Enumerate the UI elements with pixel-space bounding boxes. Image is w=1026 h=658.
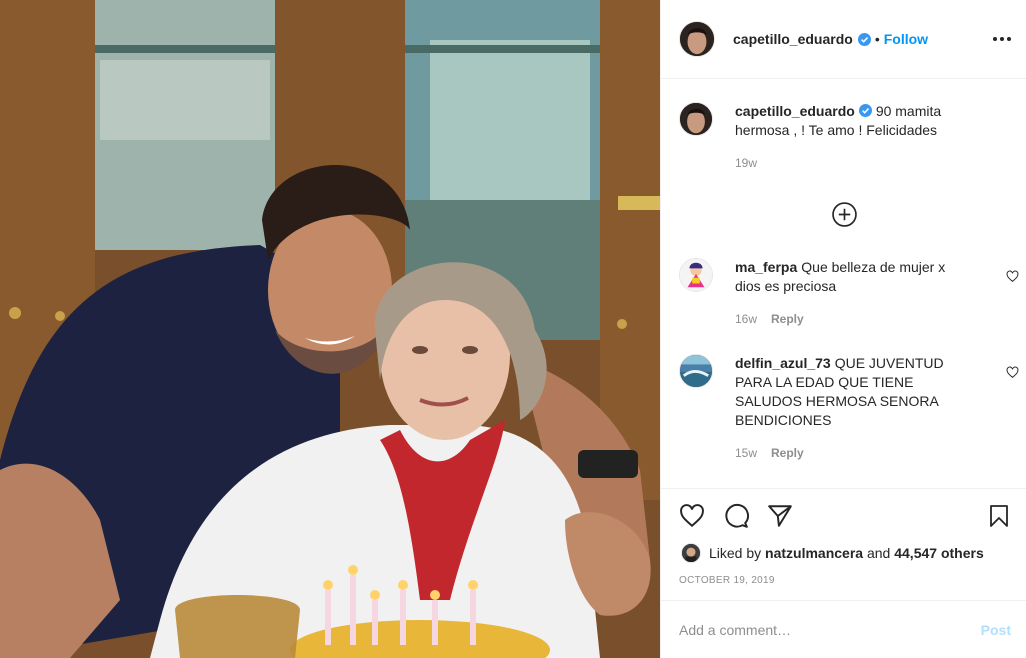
- post-panel: capetillo_eduardo • Follow capetillo_edu…: [660, 0, 1026, 658]
- liked-by-user[interactable]: natzulmancera: [765, 545, 863, 561]
- post-header: capetillo_eduardo • Follow: [661, 0, 1026, 79]
- comment-input[interactable]: [679, 621, 959, 638]
- caption-username[interactable]: capetillo_eduardo: [735, 103, 855, 119]
- reply-button[interactable]: Reply: [771, 446, 804, 460]
- action-bar: Liked by natzulmancera and 44,547 others…: [661, 488, 1026, 600]
- comment-time[interactable]: 15w: [735, 446, 757, 460]
- comment-username[interactable]: ma_ferpa: [735, 259, 797, 275]
- comment-item: delfin_azul_73 QUE JUVENTUD PARA LA EDAD …: [679, 354, 1019, 463]
- liked-by-prefix: Liked by: [709, 545, 762, 561]
- heart-icon[interactable]: [1006, 270, 1019, 283]
- caption-body: capetillo_eduardo 90 mamita hermosa , ! T…: [735, 102, 971, 173]
- bookmark-icon[interactable]: [987, 503, 1011, 529]
- post-button[interactable]: Post: [981, 622, 1011, 638]
- post-photo[interactable]: [0, 0, 660, 658]
- comment-meta: 16w Reply: [735, 310, 971, 329]
- comment-body: delfin_azul_73 QUE JUVENTUD PARA LA EDAD …: [735, 354, 971, 463]
- comments-list[interactable]: capetillo_eduardo 90 mamita hermosa , ! T…: [661, 80, 1026, 488]
- reply-button[interactable]: Reply: [771, 312, 804, 326]
- likes-count[interactable]: 44,547 others: [894, 545, 984, 561]
- caption-time[interactable]: 19w: [735, 156, 757, 170]
- likes-summary: Liked by natzulmancera and 44,547 others: [681, 543, 984, 563]
- author-username[interactable]: capetillo_eduardo: [733, 31, 853, 47]
- verified-badge-icon: [857, 32, 871, 46]
- more-options-icon[interactable]: [993, 30, 1011, 48]
- commenter-avatar[interactable]: [679, 354, 713, 388]
- comment-body: ma_ferpa Que belleza de mujer x dios es p…: [735, 258, 971, 329]
- heart-icon[interactable]: [1006, 366, 1019, 379]
- paper-plane-icon[interactable]: [767, 503, 793, 529]
- caption: capetillo_eduardo 90 mamita hermosa , ! T…: [679, 102, 1019, 173]
- photo-illustration: [0, 0, 660, 658]
- comment-item: ma_ferpa Que belleza de mujer x dios es p…: [679, 258, 1019, 329]
- separator-dot: •: [874, 31, 880, 47]
- post-date[interactable]: OCTOBER 19, 2019: [679, 575, 775, 586]
- comment-username[interactable]: delfin_azul_73: [735, 355, 831, 371]
- author-avatar[interactable]: [679, 102, 713, 136]
- heart-icon[interactable]: [679, 503, 705, 529]
- plus-circle-icon[interactable]: [832, 202, 857, 227]
- comment-time[interactable]: 16w: [735, 312, 757, 326]
- comment-meta: 15w Reply: [735, 444, 971, 463]
- commenter-avatar[interactable]: [679, 258, 713, 292]
- verified-badge-icon: [858, 104, 872, 117]
- caption-meta: 19w: [735, 154, 971, 173]
- add-comment-bar: Post: [661, 600, 1026, 658]
- author-avatar[interactable]: [679, 21, 715, 57]
- follow-button[interactable]: Follow: [884, 31, 928, 47]
- comment-bubble-icon[interactable]: [723, 503, 749, 529]
- liked-by-middle: and: [866, 545, 891, 561]
- liker-avatar[interactable]: [681, 543, 701, 563]
